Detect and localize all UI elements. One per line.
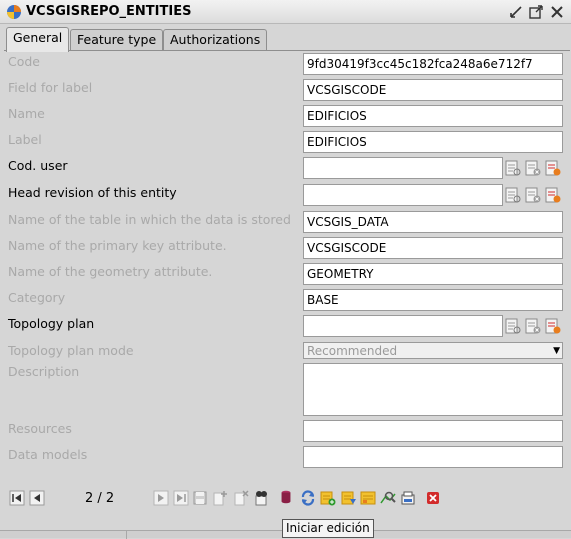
- tab-general[interactable]: General: [6, 27, 70, 52]
- label-field[interactable]: EDIFICIOS: [303, 131, 563, 153]
- topology-plan-mode-value: Recommended: [307, 344, 398, 358]
- refresh-icon[interactable]: [300, 490, 316, 506]
- record-position: 2 / 2: [85, 491, 115, 506]
- head-revision-actions: [505, 187, 565, 205]
- record-toolbar: 2 / 2: [0, 480, 571, 520]
- tab-feature-type[interactable]: Feature type: [70, 29, 164, 51]
- clear-value-icon[interactable]: [525, 160, 541, 177]
- topology-plan-mode-select[interactable]: Recommended ▼: [303, 342, 563, 359]
- topology-plan-actions: [505, 318, 565, 336]
- topology-plan-label: Topology plan: [8, 316, 95, 331]
- report-icon[interactable]: [400, 490, 416, 506]
- code-label: Code: [8, 54, 41, 69]
- topology-plan-field[interactable]: [303, 315, 503, 337]
- name-label: Name: [8, 106, 45, 121]
- description-label: Description: [8, 364, 80, 379]
- start-editing-tooltip: Iniciar edición: [282, 519, 374, 538]
- next-record-icon[interactable]: [153, 490, 169, 506]
- first-record-icon[interactable]: [9, 490, 25, 506]
- filter-form-icon[interactable]: [341, 490, 357, 506]
- topology-plan-mode-label: Topology plan mode: [8, 343, 134, 358]
- resources-label: Resources: [8, 421, 72, 436]
- head-revision-field[interactable]: [303, 184, 503, 206]
- zoom-to-feature-icon[interactable]: [380, 490, 396, 506]
- name-field[interactable]: EDIFICIOS: [303, 105, 563, 127]
- label-label: Label: [8, 132, 42, 147]
- start-editing-icon[interactable]: [278, 489, 294, 505]
- search-records-icon[interactable]: [253, 490, 269, 506]
- resources-field[interactable]: [303, 420, 563, 442]
- last-record-icon[interactable]: [173, 490, 189, 506]
- geometry-attribute-field[interactable]: GEOMETRY: [303, 263, 563, 285]
- code-field[interactable]: 9fd30419f3cc45c182fca248a6e712f7: [303, 53, 563, 75]
- data-models-field[interactable]: [303, 446, 563, 468]
- dropdown-arrow-icon[interactable]: ▼: [553, 346, 560, 356]
- description-textarea[interactable]: [303, 363, 563, 416]
- new-record-icon[interactable]: [212, 490, 228, 506]
- close-window-icon[interactable]: [549, 4, 565, 20]
- select-from-list-icon[interactable]: [505, 318, 521, 335]
- data-models-label: Data models: [8, 447, 88, 462]
- window-titlebar: VCSGISREPO_ENTITIES: [0, 0, 571, 24]
- edit-value-icon[interactable]: [545, 160, 561, 177]
- previous-record-icon[interactable]: [29, 490, 45, 506]
- category-label: Category: [8, 290, 66, 305]
- maximize-icon[interactable]: [528, 4, 544, 20]
- select-from-list-icon[interactable]: [505, 187, 521, 204]
- edit-value-icon[interactable]: [545, 187, 561, 204]
- clear-value-icon[interactable]: [525, 187, 541, 204]
- tab-authorizations[interactable]: Authorizations: [163, 29, 268, 51]
- pk-attribute-label: Name of the primary key attribute.: [8, 238, 227, 253]
- field-for-label-field[interactable]: VCSGISCODE: [303, 79, 563, 101]
- field-for-label-label: Field for label: [8, 80, 93, 95]
- save-icon[interactable]: [192, 490, 208, 506]
- delete-record-icon[interactable]: [233, 490, 249, 506]
- gvsig-app-icon: [7, 5, 21, 19]
- table-name-field[interactable]: VCSGIS_DATA: [303, 211, 563, 233]
- category-field[interactable]: BASE: [303, 289, 563, 311]
- window-title: VCSGISREPO_ENTITIES: [26, 4, 192, 19]
- close-form-icon[interactable]: [425, 490, 441, 506]
- add-to-form-icon[interactable]: [320, 490, 336, 506]
- cod-user-actions: [505, 160, 565, 178]
- pk-attribute-field[interactable]: VCSGISCODE: [303, 237, 563, 259]
- cod-user-field[interactable]: [303, 157, 503, 179]
- minimize-icon[interactable]: [508, 4, 524, 20]
- select-from-list-icon[interactable]: [505, 160, 521, 177]
- table-name-label: Name of the table in which the data is s…: [8, 212, 291, 227]
- geometry-attribute-label: Name of the geometry attribute.: [8, 264, 213, 279]
- clear-value-icon[interactable]: [525, 318, 541, 335]
- edit-value-icon[interactable]: [545, 318, 561, 335]
- head-revision-label: Head revision of this entity: [8, 185, 177, 200]
- cod-user-label: Cod. user: [8, 158, 68, 173]
- open-form-icon[interactable]: [360, 490, 376, 506]
